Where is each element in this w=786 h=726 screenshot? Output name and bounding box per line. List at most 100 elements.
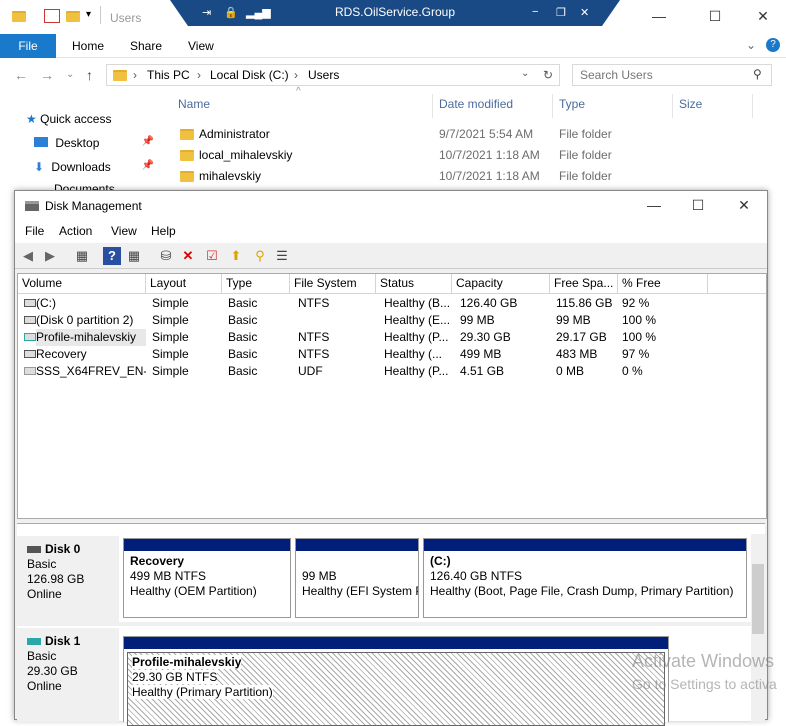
breadcrumb-this-pc[interactable]: This PC <box>147 68 190 82</box>
up-icon[interactable]: ↑ <box>86 67 93 83</box>
file-date: 10/7/2021 1:18 AM <box>439 169 540 183</box>
pin-icon[interactable]: 📌 <box>142 160 154 171</box>
table-row[interactable]: (Disk 0 partition 2) Simple Basic Healthy (… <box>18 312 768 329</box>
forward-icon[interactable]: ▶ <box>41 247 59 265</box>
table-row[interactable]: Recovery Simple Basic NTFS Healthy (... 499 M… <box>18 346 768 363</box>
disk-size: 126.98 GB <box>27 572 85 586</box>
chevron-down-icon[interactable]: ⌄ <box>746 38 756 52</box>
connect-icon[interactable]: ⛁ <box>157 247 175 265</box>
forward-icon[interactable]: → <box>40 67 54 83</box>
new-folder-icon[interactable] <box>66 11 80 22</box>
list-item[interactable]: mihalevskiy 10/7/2021 1:18 AM File folde… <box>180 168 740 189</box>
qat-dropdown-icon[interactable]: ▾ <box>86 9 91 20</box>
column-capacity[interactable]: Capacity <box>452 274 550 294</box>
table-row[interactable]: (C:) Simple Basic NTFS Healthy (B... 126.40 G… <box>18 295 768 312</box>
tab-home[interactable]: Home <box>60 34 116 58</box>
scrollbar-thumb[interactable] <box>752 564 764 634</box>
list-view-icon[interactable]: ☰ <box>273 247 291 265</box>
list-item[interactable]: Administrator 9/7/2021 5:54 AM File fold… <box>180 126 740 147</box>
back-icon[interactable]: ← <box>14 67 28 83</box>
disk-type: Basic <box>27 557 57 571</box>
nav-label: Desktop <box>55 136 100 150</box>
menu-help[interactable]: Help <box>151 224 176 238</box>
dm-minimize-icon[interactable]: — <box>643 197 665 215</box>
help-icon[interactable]: ? <box>766 38 780 52</box>
activation-watermark-subtitle: Go to Settings to activa <box>632 676 777 692</box>
disk-name: Disk 0 <box>45 542 81 556</box>
back-icon[interactable]: ◀ <box>19 247 37 265</box>
partition-efi[interactable]: 99 MB Healthy (EFI System P <box>295 538 419 618</box>
tab-file[interactable]: File <box>0 34 56 58</box>
minimize-icon[interactable]: — <box>648 8 670 26</box>
up-folder-icon[interactable]: ⬆ <box>227 247 245 265</box>
pin-icon[interactable]: 📌 <box>142 136 154 147</box>
file-date: 9/7/2021 5:54 AM <box>439 127 534 141</box>
properties-icon[interactable] <box>44 9 60 23</box>
address-dropdown-icon[interactable]: ⌄ <box>521 68 529 79</box>
cell-type: Basic <box>228 347 258 361</box>
cell-type: Basic <box>228 330 258 344</box>
address-bar[interactable]: › This PC › Local Disk (C:) › Users ⌄ ↻ <box>106 64 560 86</box>
volume-icon <box>24 350 36 358</box>
menu-action[interactable]: Action <box>59 224 92 238</box>
nav-downloads[interactable]: ⬇ Downloads 📌 <box>34 160 158 182</box>
dm-maximize-icon[interactable]: ☐ <box>687 197 709 215</box>
nav-desktop[interactable]: Desktop 📌 <box>34 136 158 158</box>
disk-type: Basic <box>27 649 57 663</box>
column-date-modified[interactable]: Date modified <box>439 97 513 111</box>
disk1-label[interactable]: Disk 1 Basic 29.30 GB Online <box>17 628 119 722</box>
refresh-icon[interactable]: ↻ <box>543 68 553 82</box>
delete-icon[interactable]: ✕ <box>179 247 197 265</box>
list-item[interactable]: local_mihalevskiy 10/7/2021 1:18 AM File… <box>180 147 740 168</box>
partition-c[interactable]: (C:) 126.40 GB NTFS Healthy (Boot, Page Fi… <box>423 538 747 618</box>
cell-volume: (C:) <box>36 296 56 310</box>
recent-dropdown-icon[interactable]: ⌄ <box>66 69 74 80</box>
table-row[interactable]: SSS_X64FREV_EN-... Simple Basic UDF Healthy … <box>18 363 768 380</box>
close-icon[interactable]: ✕ <box>752 8 774 26</box>
column-type[interactable]: Type <box>222 274 290 294</box>
rds-minimize-icon[interactable]: − <box>532 6 538 18</box>
dm-title-bar: Disk Management — ☐ ✕ <box>15 191 767 221</box>
column-type[interactable]: Type <box>559 97 585 111</box>
breadcrumb-local-disk[interactable]: Local Disk (C:) <box>210 68 289 82</box>
file-name: mihalevskiy <box>199 169 262 183</box>
help-icon[interactable]: ? <box>103 247 121 265</box>
disk-name: Disk 1 <box>45 634 81 648</box>
nav-documents[interactable]: Documents <box>34 182 115 190</box>
partition-profile[interactable]: Profile-mihalevskiy 29.30 GB NTFS Healthy … <box>123 636 669 726</box>
column-percent-free[interactable]: % Free <box>618 274 708 294</box>
column-volume[interactable]: Volume <box>18 274 146 294</box>
search-input[interactable]: Search Users <box>580 68 653 82</box>
vertical-scrollbar[interactable] <box>751 534 765 722</box>
column-free-space[interactable]: Free Spa... <box>550 274 618 294</box>
column-layout[interactable]: Layout <box>146 274 222 294</box>
nav-quick-access[interactable]: ★ Quick access <box>26 112 111 134</box>
disk-name-row: Disk 1 <box>27 634 119 649</box>
breadcrumb-users[interactable]: Users <box>308 68 339 82</box>
column-status[interactable]: Status <box>376 274 452 294</box>
maximize-icon[interactable]: ☐ <box>704 8 726 26</box>
menu-view[interactable]: View <box>111 224 137 238</box>
checklist-icon[interactable]: ☑ <box>203 247 221 265</box>
console-tree-icon[interactable]: ▦ <box>73 247 91 265</box>
column-size[interactable]: Size <box>679 97 702 111</box>
tab-view[interactable]: View <box>176 34 226 58</box>
dm-window-title: Disk Management <box>45 199 142 213</box>
rds-restore-icon[interactable]: ❐ <box>556 6 566 19</box>
remote-desktop-bar: ⇥ 🔒 ▂▄▆ RDS.OilService.Group − ❐ ✕ <box>170 0 620 26</box>
tab-share[interactable]: Share <box>118 34 174 58</box>
divider <box>17 622 751 626</box>
dm-close-icon[interactable]: ✕ <box>733 197 755 215</box>
column-file-system[interactable]: File System <box>290 274 376 294</box>
menu-file[interactable]: File <box>25 224 44 238</box>
properties-pane-icon[interactable]: ▦ <box>125 247 143 265</box>
search-icon[interactable]: ⚲ <box>753 67 762 81</box>
disk0-label[interactable]: Disk 0 Basic 126.98 GB Online <box>17 536 119 622</box>
partition-recovery[interactable]: Recovery 499 MB NTFS Healthy (OEM Partitio… <box>123 538 291 618</box>
search-box[interactable]: Search Users ⚲ <box>572 64 772 86</box>
search-folder-icon[interactable]: ⚲ <box>251 247 269 265</box>
rds-close-icon[interactable]: ✕ <box>580 6 589 19</box>
table-row[interactable]: Profile-mihalevskiy Simple Basic NTFS Health… <box>18 329 768 346</box>
column-name[interactable]: Name <box>178 97 210 111</box>
cell-status: Healthy (B... <box>384 296 451 310</box>
